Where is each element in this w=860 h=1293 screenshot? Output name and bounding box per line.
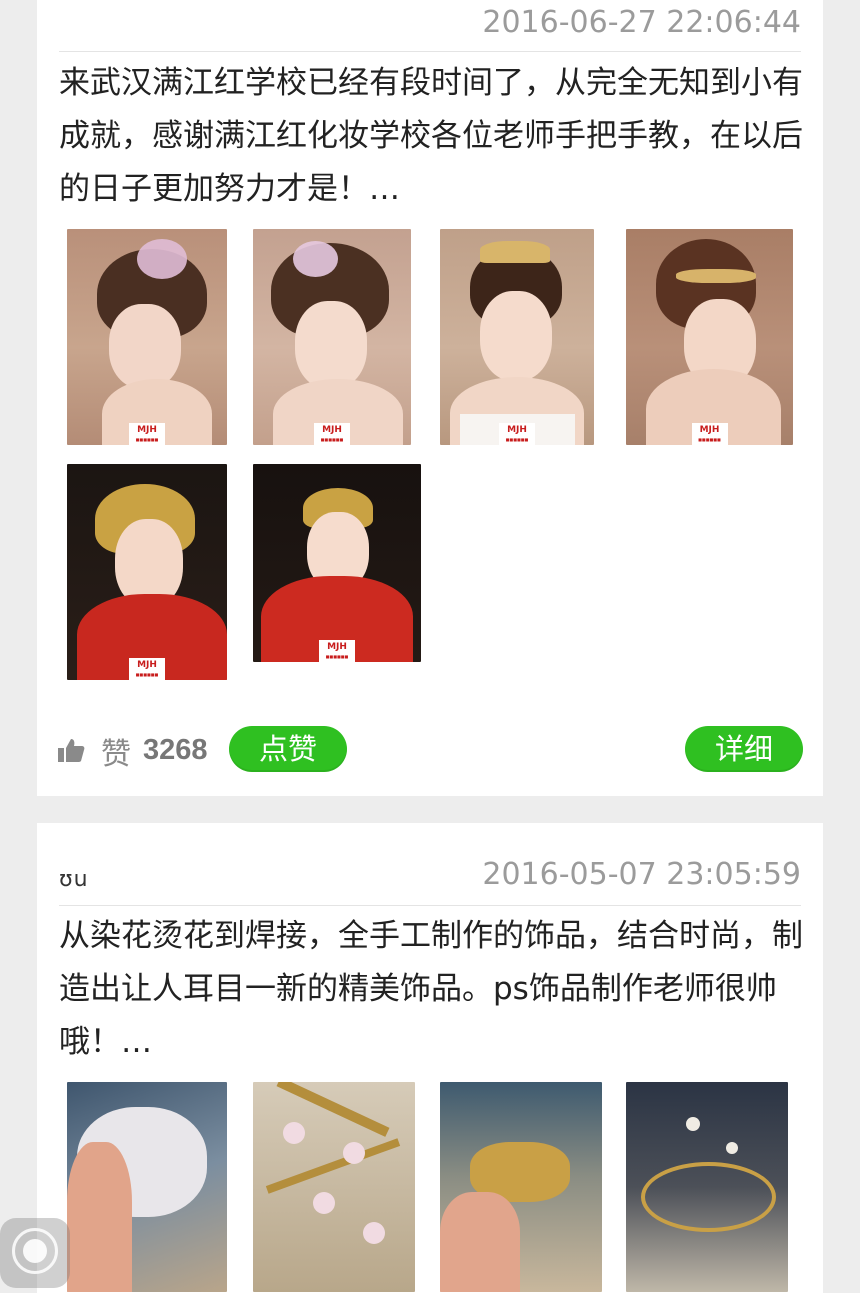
- post-text[interactable]: 从染花烫花到焊接，全手工制作的饰品，结合时尚，制造出让人耳目一新的精美饰品。ps…: [59, 910, 803, 1069]
- post-card: ʊu 2016-05-07 23:05:59 从染花烫花到焊接，全手工制作的饰品…: [37, 823, 823, 1293]
- post-image[interactable]: [626, 1082, 788, 1292]
- post-card: 2016-06-27 22:06:44 来武汉满江红学校已经有段时间了，从完全无…: [37, 0, 823, 796]
- like-bar: 赞 3268 点赞 详细: [57, 724, 803, 774]
- divider: [59, 905, 801, 906]
- like-count: 3268: [143, 734, 208, 766]
- thumbs-up-icon: [58, 739, 85, 762]
- post-timestamp: 2016-06-27 22:06:44: [482, 5, 801, 40]
- detail-button[interactable]: 详细: [685, 726, 803, 772]
- post-author: [59, 16, 91, 41]
- watermark-logo: MJH ■■■■■■: [499, 423, 535, 445]
- like-button[interactable]: 点赞: [229, 726, 347, 772]
- watermark-logo: MJH ■■■■■■: [129, 658, 165, 680]
- watermark-logo: MJH ■■■■■■: [314, 423, 350, 445]
- post-author: ʊu: [59, 867, 89, 892]
- post-image[interactable]: MJH ■■■■■■: [626, 229, 793, 445]
- post-image[interactable]: [440, 1082, 602, 1292]
- divider: [59, 51, 801, 52]
- post-image[interactable]: MJH ■■■■■■: [253, 229, 411, 445]
- post-image[interactable]: [253, 1082, 415, 1292]
- post-timestamp: 2016-05-07 23:05:59: [482, 857, 801, 892]
- post-image[interactable]: MJH ■■■■■■: [440, 229, 594, 445]
- post-image[interactable]: [67, 1082, 227, 1292]
- watermark-logo: MJH ■■■■■■: [691, 423, 728, 445]
- post-image[interactable]: MJH ■■■■■■: [67, 229, 227, 445]
- post-image[interactable]: MJH ■■■■■■: [253, 464, 421, 662]
- post-text[interactable]: 来武汉满江红学校已经有段时间了，从完全无知到小有成就，感谢满江红化妆学校各位老师…: [59, 57, 803, 216]
- like-label: 赞: [101, 737, 131, 772]
- watermark-logo: MJH ■■■■■■: [319, 640, 355, 662]
- watermark-logo: MJH ■■■■■■: [129, 423, 165, 445]
- post-image[interactable]: MJH ■■■■■■: [67, 464, 227, 680]
- assistive-touch-icon[interactable]: [0, 1218, 70, 1288]
